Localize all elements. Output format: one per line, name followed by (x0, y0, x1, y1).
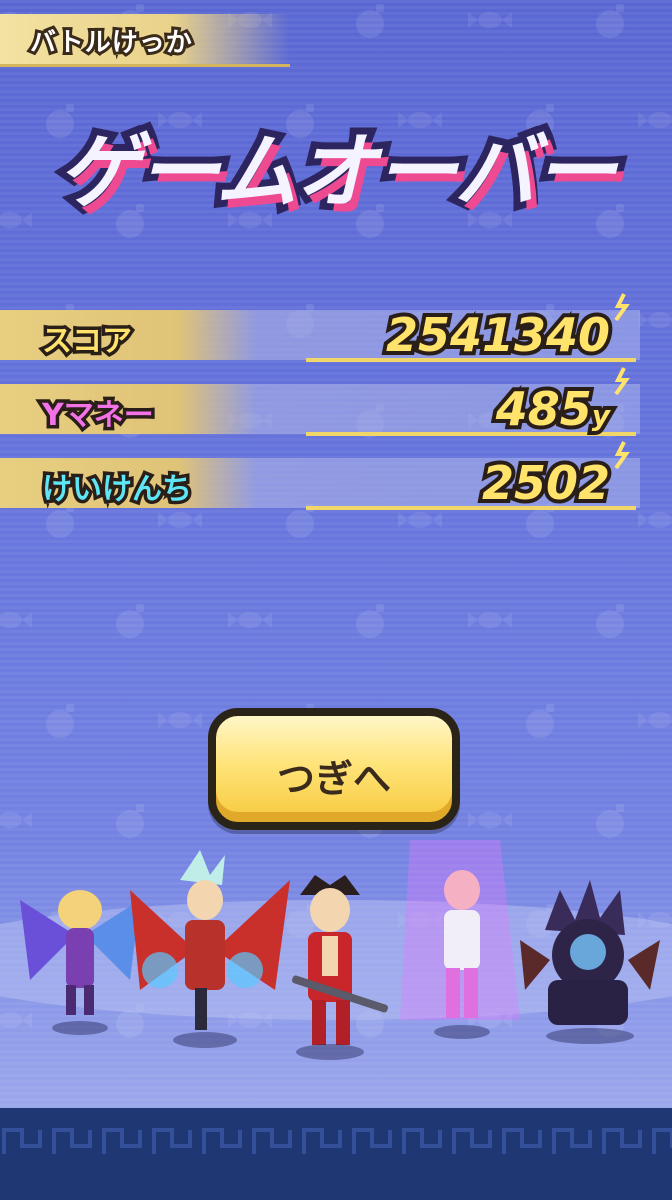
sparkle-icon (614, 441, 630, 470)
score-value: 2541340 (382, 304, 614, 366)
money-value: 485y (492, 378, 614, 440)
dark-spiked-beast-icon (520, 880, 660, 1044)
score-number: 2541340 (382, 304, 614, 366)
stat-row-score: スコア 2541340 (0, 293, 640, 368)
money-number: 485 (492, 378, 596, 440)
sparkle-icon (614, 367, 630, 396)
character-lineup (0, 840, 672, 1060)
experience-label: けいけんち (39, 469, 196, 511)
next-button[interactable]: つぎへ (208, 708, 460, 830)
pink-aura-fighter-icon (400, 840, 520, 1039)
floor-pattern (2, 1128, 672, 1154)
money-unit: y (588, 395, 614, 436)
experience-value: 2502 (478, 452, 614, 514)
sparkle-icon (614, 293, 630, 322)
winged-sorceress-icon (20, 890, 140, 1035)
experience-number: 2502 (478, 452, 614, 514)
stat-row-experience: けいけんち 2502 (0, 441, 640, 516)
game-over-screen: バトルけっか ゲームオーバー スコア 2541340 Yマネー 485y けいけ… (0, 0, 672, 1200)
header-title: バトルけっか (27, 25, 195, 61)
next-button-label: つぎへ (276, 757, 391, 801)
score-label: スコア (39, 321, 136, 363)
game-over-title: ゲームオーバー (51, 118, 624, 227)
money-label: Yマネー (39, 395, 158, 437)
stat-row-money: Yマネー 485y (0, 367, 640, 442)
